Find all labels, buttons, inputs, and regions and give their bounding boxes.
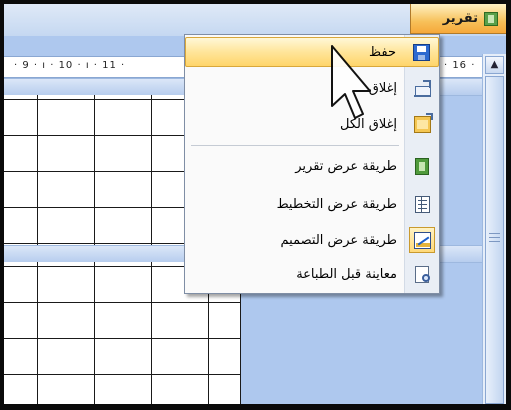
menu-item-label: حفظ xyxy=(369,44,396,60)
access-window: تقرير · 9 · ı · 10 · ı · 11 · ı · 16 · ▲… xyxy=(4,4,506,404)
report-view-icon xyxy=(415,157,429,175)
layout-view-icon xyxy=(414,195,430,213)
menu-item-save[interactable]: حفظ xyxy=(185,37,439,67)
menu-item-layout-view[interactable]: طريقة عرض التخطيط xyxy=(185,189,439,219)
document-tab-strip: تقرير xyxy=(4,4,506,36)
menu-item-label: طريقة عرض تقرير xyxy=(295,158,397,174)
context-menu: حفظ إغلاق إغلاق الكل طريقة عرض تقرير طري… xyxy=(184,34,440,294)
ruler-marks-right: ı · 16 · xyxy=(436,60,476,71)
menu-item-print-preview[interactable]: معاينة قبل الطباعة xyxy=(185,259,439,289)
ruler-marks-left: · 9 · ı · 10 · ı · 11 · xyxy=(14,60,126,71)
mouse-pointer-icon xyxy=(331,45,371,119)
menu-separator xyxy=(191,145,399,146)
menu-item-label: إغلاق xyxy=(368,80,397,96)
menu-item-report-view[interactable]: طريقة عرض تقرير xyxy=(185,151,439,181)
scroll-up-arrow-icon[interactable]: ▲ xyxy=(485,56,504,74)
report-icon xyxy=(484,11,498,26)
menu-item-close-all[interactable]: إغلاق الكل xyxy=(185,109,439,139)
scroll-grip-icon xyxy=(489,233,500,242)
vertical-scrollbar[interactable]: ▲ xyxy=(482,54,506,404)
print-preview-icon xyxy=(415,265,430,283)
scroll-thumb[interactable] xyxy=(485,76,504,404)
menu-item-label: معاينة قبل الطباعة xyxy=(296,266,397,282)
close-icon xyxy=(413,79,431,97)
save-icon xyxy=(412,43,430,61)
menu-item-label: طريقة عرض التصميم xyxy=(280,232,397,248)
menu-item-label: طريقة عرض التخطيط xyxy=(276,196,397,212)
close-all-icon xyxy=(413,112,433,133)
design-view-icon xyxy=(413,231,431,249)
menu-item-close[interactable]: إغلاق xyxy=(185,73,439,103)
design-view-selected-frame xyxy=(409,227,435,253)
document-tab-title: تقرير xyxy=(442,11,478,26)
document-tab[interactable]: تقرير xyxy=(410,4,506,34)
menu-item-design-view[interactable]: طريقة عرض التصميم xyxy=(185,225,439,255)
